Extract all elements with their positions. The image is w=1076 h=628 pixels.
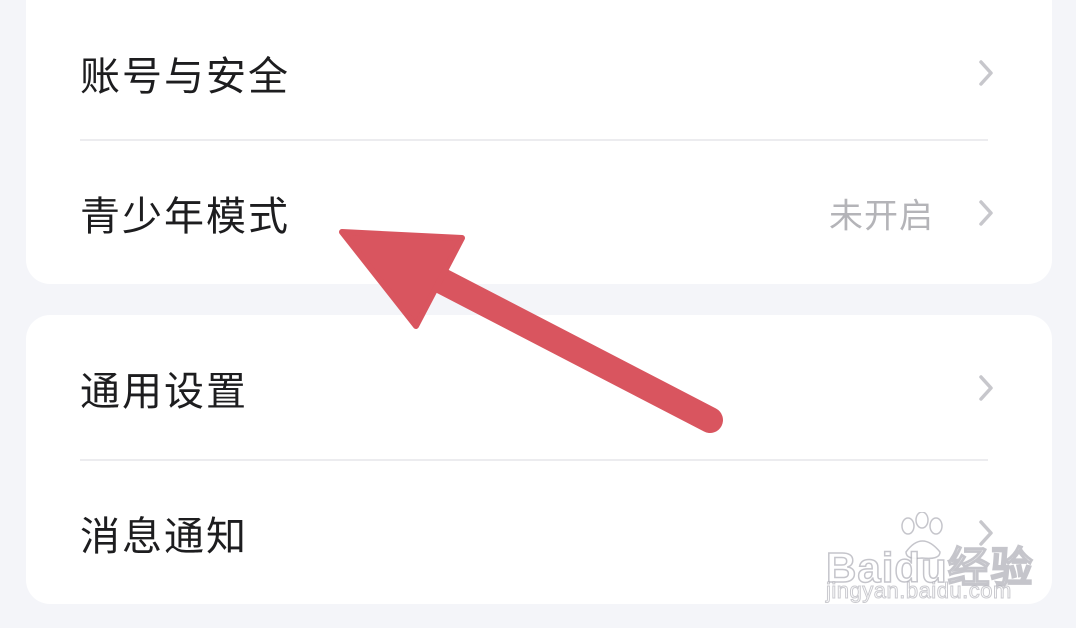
settings-group-general: 通用设置 消息通知 (26, 315, 1052, 604)
row-label: 消息通知 (80, 513, 248, 560)
settings-row-teen-mode[interactable]: 青少年模式 未开启 (26, 140, 1052, 285)
row-label: 青少年模式 (80, 193, 290, 240)
chevron-right-icon (979, 374, 993, 401)
row-label: 账号与安全 (80, 53, 290, 100)
chevron-right-icon (979, 59, 993, 86)
settings-group-account: 账号与安全 青少年模式 未开启 (26, 0, 1052, 284)
teen-mode-status: 未开启 (829, 196, 934, 236)
settings-row-general[interactable]: 通用设置 (26, 315, 1052, 460)
settings-row-account-security[interactable]: 账号与安全 (26, 0, 1052, 145)
chevron-right-icon (979, 519, 993, 546)
row-label: 通用设置 (80, 368, 248, 415)
settings-row-notifications[interactable]: 消息通知 (26, 460, 1052, 605)
chevron-right-icon (979, 199, 993, 226)
